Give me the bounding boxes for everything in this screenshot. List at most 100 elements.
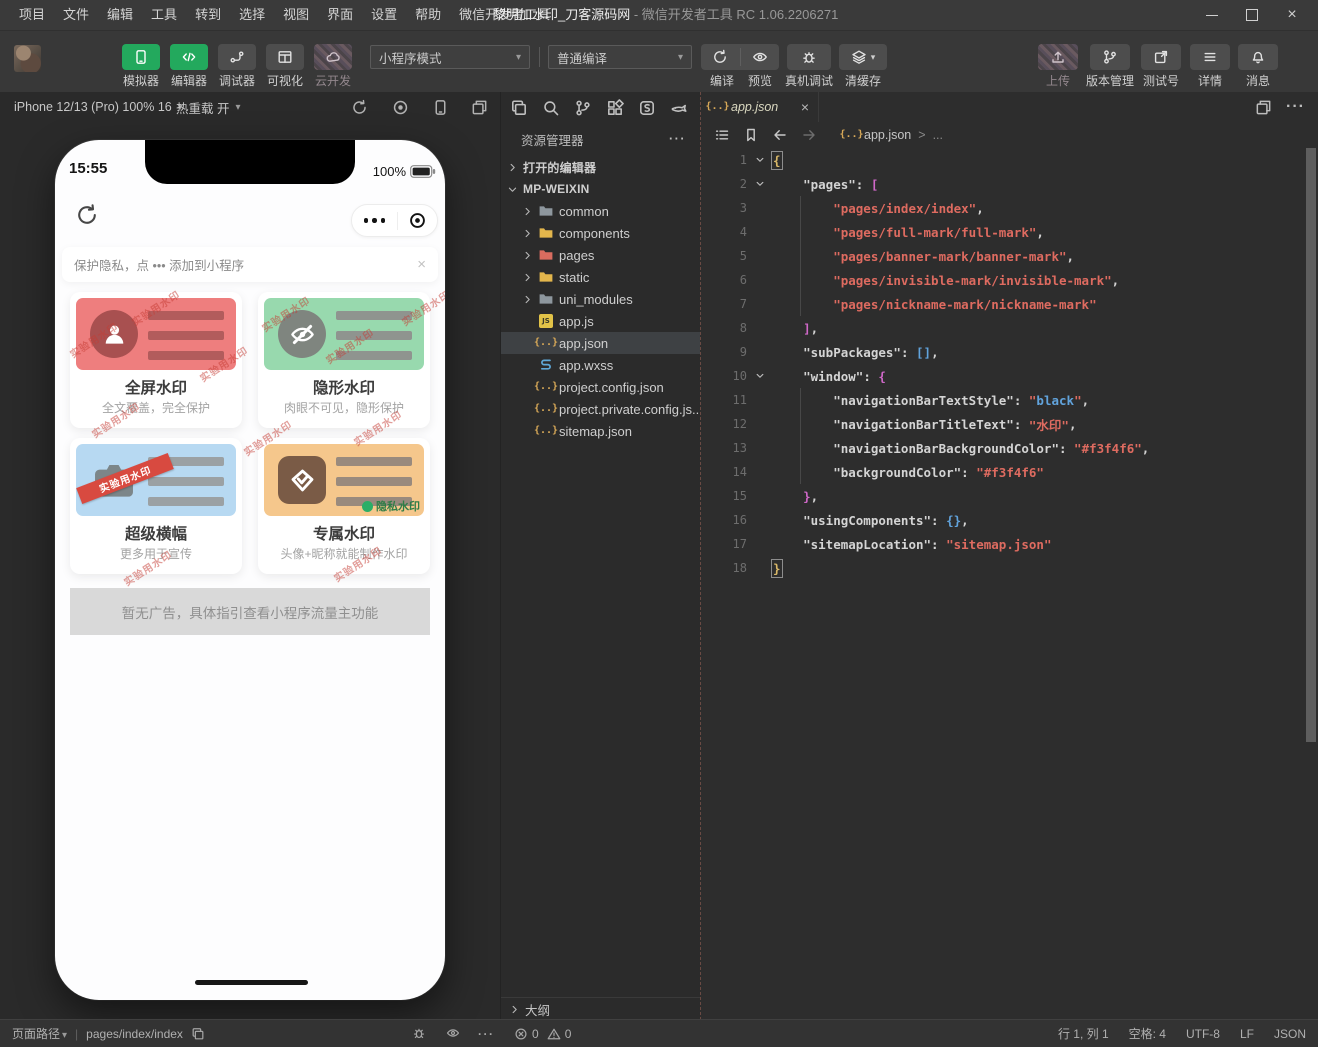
cloud-dev-button[interactable] [314, 44, 352, 70]
details-button[interactable] [1190, 44, 1230, 70]
page-path-select[interactable]: 页面路径 ▾ [12, 1025, 67, 1042]
statusbar-more-icon[interactable]: ··· [478, 1020, 495, 1047]
avatar[interactable] [14, 45, 41, 72]
code-line-14[interactable]: 14 "backgroundColor": "#f3f4f6" [701, 460, 1304, 484]
preview-button[interactable] [741, 44, 780, 70]
card-2[interactable]: 隐形水印 肉眼不可见，隐形保护 [258, 292, 430, 428]
hot-reload-toggle[interactable]: 热重载 开 ▾ [176, 92, 241, 122]
menu-item-7[interactable]: 界面 [318, 0, 362, 30]
device-frame-icon[interactable] [432, 99, 449, 116]
code-line-5[interactable]: 5 "pages/banner-mark/banner-mark", [701, 244, 1304, 268]
tree-item-mp-weixin[interactable]: MP-WEIXIN [501, 178, 700, 200]
tab-appjson[interactable]: {..} app.json × [701, 92, 819, 122]
code-line-3[interactable]: 3 "pages/index/index", [701, 196, 1304, 220]
restart-icon[interactable] [351, 99, 368, 116]
code-line-10[interactable]: 10 "window": { [701, 364, 1304, 388]
tab-close-icon[interactable]: × [801, 99, 809, 115]
tree-item-common[interactable]: common [501, 200, 700, 222]
simulator-button[interactable] [122, 44, 160, 70]
breadcrumb-file[interactable]: {..} app.json [839, 128, 911, 143]
tree-item-uni-modules[interactable]: uni_modules [501, 288, 700, 310]
code-line-16[interactable]: 16 "usingComponents": {}, [701, 508, 1304, 532]
eol[interactable]: LF [1240, 1027, 1254, 1041]
indent-setting[interactable]: 空格: 4 [1129, 1025, 1166, 1042]
clear-cache-button[interactable]: ▾ [839, 44, 887, 70]
split-editor-icon[interactable] [1255, 99, 1272, 116]
search-icon[interactable] [542, 99, 560, 117]
menu-item-2[interactable]: 编辑 [98, 0, 142, 30]
tree-item-project-private-config[interactable]: {..} project.private.config.js... [501, 398, 700, 420]
copy-path-icon[interactable] [191, 1027, 205, 1041]
mode-select[interactable]: 小程序模式 ▾ [370, 45, 530, 69]
encoding[interactable]: UTF-8 [1186, 1027, 1220, 1041]
banner-close-icon[interactable]: × [417, 256, 426, 273]
capsule-close-icon[interactable] [398, 211, 437, 230]
blocks-icon[interactable] [606, 99, 624, 117]
back-icon[interactable] [772, 127, 788, 143]
code-line-6[interactable]: 6 "pages/invisible-mark/invisible-mark", [701, 268, 1304, 292]
menu-item-6[interactable]: 视图 [274, 0, 318, 30]
code-editor[interactable]: 1{2 "pages": [3 "pages/index/index", 4 "p… [701, 148, 1304, 1020]
scrollbar-thumb[interactable] [1306, 148, 1316, 742]
code-line-8[interactable]: 8 ], [701, 316, 1304, 340]
more-dots-icon[interactable] [352, 218, 397, 223]
card-3[interactable]: 实验用水印 超级横幅 更多用于宣传 [70, 438, 242, 574]
tree-item-project-config-json[interactable]: {..} project.config.json [501, 376, 700, 398]
fold-icon[interactable] [747, 371, 773, 381]
menu-item-9[interactable]: 帮助 [406, 0, 450, 30]
tree-item-app-js[interactable]: JS app.js [501, 310, 700, 332]
code-line-1[interactable]: 1{ [701, 148, 1304, 172]
branch-icon[interactable] [574, 99, 592, 117]
code-line-7[interactable]: 7 "pages/nickname-mark/nickname-mark" [701, 292, 1304, 316]
menu-item-1[interactable]: 文件 [54, 0, 98, 30]
menu-item-8[interactable]: 设置 [362, 0, 406, 30]
device-select[interactable]: iPhone 12/13 (Pro) 100% 16 ▾ [14, 92, 183, 122]
tree-item-open-editors[interactable]: 打开的编辑器 [501, 156, 700, 178]
page-refresh-icon[interactable] [75, 203, 99, 227]
close-button[interactable]: × [1272, 0, 1312, 30]
maximize-button[interactable] [1232, 0, 1272, 30]
tree-item-app-wxss[interactable]: app.wxss [501, 354, 700, 376]
whale-icon[interactable] [670, 99, 688, 117]
capsule-menu[interactable] [351, 204, 438, 237]
fold-icon[interactable] [747, 155, 773, 165]
compile-button[interactable] [701, 44, 740, 70]
compile-mode-select[interactable]: 普通编译 ▾ [548, 45, 692, 69]
debugger-button[interactable] [218, 44, 256, 70]
problems-indicator[interactable]: 0 0 [514, 1020, 571, 1047]
code-line-15[interactable]: 15 }, [701, 484, 1304, 508]
fold-icon[interactable] [747, 179, 773, 189]
test-account-button[interactable] [1141, 44, 1181, 70]
files-icon[interactable] [510, 99, 528, 117]
visualizer-button[interactable] [266, 44, 304, 70]
code-line-13[interactable]: 13 "navigationBarBackgroundColor": "#f3f… [701, 436, 1304, 460]
minimize-button[interactable] [1192, 0, 1232, 30]
forward-icon[interactable] [801, 127, 817, 143]
card-1[interactable]: 全屏水印 全文覆盖，完全保护 [70, 292, 242, 428]
menu-item-3[interactable]: 工具 [142, 0, 186, 30]
code-line-11[interactable]: 11 "navigationBarTextStyle": " black ", [701, 388, 1304, 412]
tree-item-sitemap-json[interactable]: {..} sitemap.json [501, 420, 700, 442]
card-4[interactable]: 隐私水印 专属水印 头像+昵称就能制作水印 [258, 438, 430, 574]
multi-window-icon[interactable] [471, 99, 488, 116]
tree-item-static[interactable]: static [501, 266, 700, 288]
code-line-2[interactable]: 2 "pages": [ [701, 172, 1304, 196]
editor-button[interactable] [170, 44, 208, 70]
upload-button[interactable] [1038, 44, 1078, 70]
bookmark-icon[interactable] [743, 127, 759, 143]
code-line-4[interactable]: 4 "pages/full-mark/full-mark", [701, 220, 1304, 244]
code-line-17[interactable]: 17 "sitemapLocation": "sitemap.json" [701, 532, 1304, 556]
preview-status-icon[interactable] [446, 1026, 460, 1040]
editor-scrollbar[interactable] [1304, 148, 1318, 1020]
explorer-more-icon[interactable]: ··· [669, 132, 686, 146]
remote-debug-button[interactable] [787, 44, 831, 70]
code-line-9[interactable]: 9 "subPackages": [], [701, 340, 1304, 364]
editor-more-icon[interactable]: ··· [1286, 98, 1304, 116]
tree-item-components[interactable]: components [501, 222, 700, 244]
applet-icon[interactable] [638, 99, 656, 117]
tree-item-app-json[interactable]: {..} app.json [501, 332, 700, 354]
version-manage-button[interactable] [1090, 44, 1130, 70]
code-line-18[interactable]: 18} [701, 556, 1304, 580]
outline-section[interactable]: 大纲 [501, 997, 700, 1020]
cursor-position[interactable]: 行 1, 列 1 [1058, 1025, 1109, 1042]
